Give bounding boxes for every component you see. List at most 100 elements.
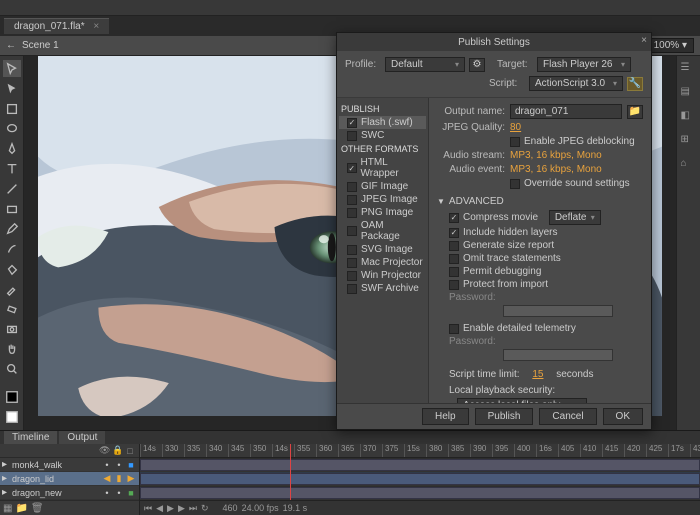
telemetry-checkbox[interactable]: Enable detailed telemetry <box>449 323 643 334</box>
format-flash[interactable]: Flash (.swf) <box>339 116 426 129</box>
lock-header-icon[interactable]: 🔒 <box>112 445 122 456</box>
format-svg[interactable]: SVG Image <box>339 243 426 256</box>
browse-folder-icon[interactable]: 📁 <box>627 105 643 119</box>
ok-button[interactable]: OK <box>603 408 643 425</box>
rectangle-tool[interactable] <box>3 200 21 217</box>
format-mac[interactable]: Mac Projector <box>339 256 426 269</box>
subselect-tool[interactable] <box>3 80 21 97</box>
format-png[interactable]: PNG Image <box>339 206 426 219</box>
app-menubar[interactable] <box>0 0 700 16</box>
ruler-tick[interactable]: 380 <box>426 444 442 457</box>
scene-name[interactable]: Scene 1 <box>22 40 59 51</box>
last-frame-icon[interactable]: ⏭ <box>189 503 197 514</box>
ruler-tick[interactable]: 385 <box>448 444 464 457</box>
profile-options-icon[interactable]: ⚙ <box>469 58 485 72</box>
frame-row[interactable] <box>140 458 700 472</box>
protect-import-checkbox[interactable]: Protect from import <box>449 279 643 290</box>
audio-stream-value[interactable]: MP3, 16 kbps, Mono <box>510 150 602 161</box>
compress-dropdown[interactable]: Deflate▾ <box>549 210 601 225</box>
format-win[interactable]: Win Projector <box>339 269 426 282</box>
frame-row[interactable] <box>140 472 700 486</box>
properties-panel-icon[interactable]: ☰ <box>681 62 697 78</box>
layer-row[interactable]: ▸monk4_walk••■ <box>0 458 139 472</box>
ruler-tick[interactable]: 365 <box>338 444 354 457</box>
checkbox-icon[interactable] <box>347 226 357 236</box>
ruler-tick[interactable]: 430 <box>690 444 700 457</box>
omit-trace-checkbox[interactable]: Omit trace statements <box>449 253 643 264</box>
ruler-tick[interactable]: 390 <box>470 444 486 457</box>
ruler-tick[interactable]: 375 <box>382 444 398 457</box>
eraser-tool[interactable] <box>3 300 21 317</box>
pencil-tool[interactable] <box>3 220 21 237</box>
format-swfarc[interactable]: SWF Archive <box>339 282 426 295</box>
visibility-header-icon[interactable]: 👁 <box>99 445 109 456</box>
jpeg-quality-value[interactable]: 80 <box>510 122 521 133</box>
checkbox-icon[interactable] <box>347 284 357 294</box>
zoom-tool[interactable] <box>3 360 21 377</box>
ruler-tick[interactable]: 355 <box>294 444 310 457</box>
output-tab[interactable]: Output <box>59 431 105 444</box>
line-tool[interactable] <box>3 180 21 197</box>
back-icon[interactable]: ← <box>6 40 16 51</box>
prev-frame-icon[interactable]: ◀ <box>156 503 163 514</box>
output-name-input[interactable]: dragon_071 <box>510 104 622 119</box>
ruler-tick[interactable]: 360 <box>316 444 332 457</box>
format-swc[interactable]: SWC <box>339 129 426 142</box>
checkbox-icon[interactable] <box>347 163 357 173</box>
timeline-tab[interactable]: Timeline <box>4 431 57 444</box>
cancel-button[interactable]: Cancel <box>539 408 596 425</box>
ruler-tick[interactable]: 15s <box>404 444 420 457</box>
format-gif[interactable]: GIF Image <box>339 180 426 193</box>
script-dropdown[interactable]: ActionScript 3.0▾ <box>529 76 623 91</box>
compress-movie-checkbox[interactable]: Compress movie Deflate▾ <box>449 210 643 225</box>
ruler-tick[interactable]: 17s <box>668 444 684 457</box>
cc-libraries-icon[interactable]: ⌂ <box>681 158 697 174</box>
checkbox-icon[interactable] <box>347 208 357 218</box>
ruler-tick[interactable]: 330 <box>162 444 178 457</box>
size-report-checkbox[interactable]: Generate size report <box>449 240 643 251</box>
pen-tool[interactable] <box>3 140 21 157</box>
profile-dropdown[interactable]: Default▾ <box>385 57 465 72</box>
color-panel-icon[interactable]: ◧ <box>681 110 697 126</box>
ruler-tick[interactable]: 415 <box>602 444 618 457</box>
checkbox-icon[interactable] <box>347 258 357 268</box>
ruler-tick[interactable]: 350 <box>250 444 266 457</box>
zoom-dropdown[interactable]: 100% ▾ <box>647 38 694 53</box>
frame-ruler[interactable]: 14s33033534034535014s35536036537037515s3… <box>140 444 700 458</box>
selection-tool[interactable] <box>3 60 21 77</box>
checkbox-icon[interactable] <box>347 245 357 255</box>
checkbox-icon[interactable] <box>347 195 357 205</box>
checkbox-icon[interactable] <box>347 118 357 128</box>
target-dropdown[interactable]: Flash Player 26▾ <box>537 57 631 72</box>
audio-event-value[interactable]: MP3, 16 kbps, Mono <box>510 164 602 175</box>
stroke-color[interactable] <box>3 389 21 406</box>
ruler-tick[interactable]: 420 <box>624 444 640 457</box>
ruler-tick[interactable]: 340 <box>206 444 222 457</box>
ruler-tick[interactable]: 335 <box>184 444 200 457</box>
checkbox-icon[interactable] <box>347 131 357 141</box>
camera-tool[interactable] <box>3 320 21 337</box>
first-frame-icon[interactable]: ⏮ <box>144 503 152 514</box>
text-tool[interactable] <box>3 160 21 177</box>
loop-icon[interactable]: ↻ <box>201 503 209 514</box>
format-html[interactable]: HTML Wrapper <box>339 156 426 180</box>
ruler-tick[interactable]: 395 <box>492 444 508 457</box>
close-tab-icon[interactable]: × <box>93 21 99 32</box>
eyedropper-tool[interactable] <box>3 280 21 297</box>
paint-bucket-tool[interactable] <box>3 260 21 277</box>
checkbox-icon[interactable] <box>347 271 357 281</box>
next-frame-icon[interactable]: ▶ <box>178 503 185 514</box>
publish-button[interactable]: Publish <box>475 408 534 425</box>
format-oam[interactable]: OAM Package <box>339 219 426 243</box>
free-transform-tool[interactable] <box>3 100 21 117</box>
include-hidden-checkbox[interactable]: Include hidden layers <box>449 227 643 238</box>
checkbox-icon[interactable] <box>347 182 357 192</box>
fill-color[interactable] <box>3 409 21 426</box>
permit-debug-checkbox[interactable]: Permit debugging <box>449 266 643 277</box>
align-panel-icon[interactable]: ⊞ <box>681 134 697 150</box>
play-icon[interactable]: ▶ <box>167 503 174 514</box>
override-sound-checkbox[interactable]: Override sound settings <box>510 178 630 189</box>
ruler-tick[interactable]: 410 <box>580 444 596 457</box>
close-icon[interactable]: × <box>641 35 647 46</box>
advanced-section-toggle[interactable]: ▼ADVANCED <box>437 196 643 207</box>
